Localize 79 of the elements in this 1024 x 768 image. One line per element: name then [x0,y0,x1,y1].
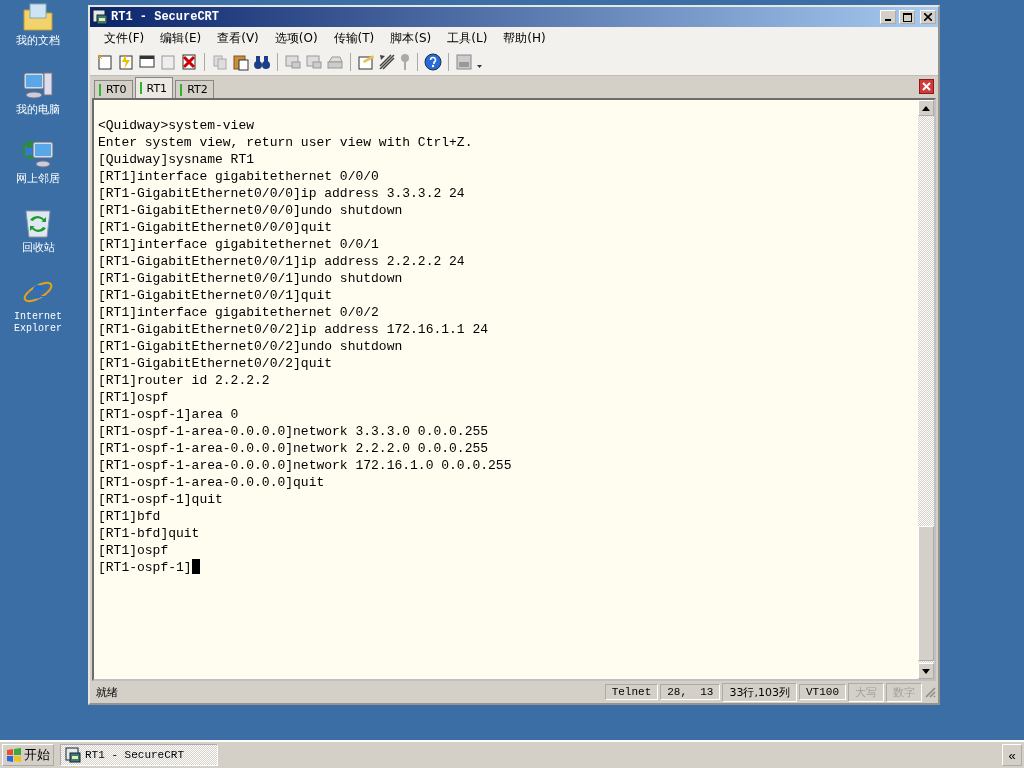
desktop-icon-label[interactable]: 我的电脑 [10,104,66,116]
window-app-icon [65,747,81,763]
terminal-line: [RT1-ospf-1]quit [98,491,223,508]
status-pane: VT100 [799,684,846,700]
terminal-line: [Quidway]sysname RT1 [98,151,255,168]
window-app-icon [92,9,108,25]
session-tab[interactable]: RT1 [134,77,174,98]
minimize-button[interactable] [880,10,896,24]
recycle-bin-icon [23,207,53,239]
terminal-output[interactable] [94,100,918,679]
terminal-line: [RT1-GigabitEthernet0/0/1]undo shutdown [98,270,403,287]
terminal-line: [RT1-ospf-1-area-0.0.0.0]network 2.2.2.0 0.0.0.255 [98,440,489,457]
session-tab[interactable]: RT0 [94,80,133,98]
terminal-line: [RT1]interface gigabitethernet 0/0/0 [98,168,379,185]
menu-item[interactable]: 帮助(H) [495,29,554,47]
window-title: RT1 - SecureCRT [111,10,221,24]
close-icon [924,13,932,21]
resize-grip-icon[interactable] [924,686,936,698]
scroll-up-button[interactable] [918,100,934,116]
menu-item[interactable]: 脚本(S) [382,29,440,47]
status-pane: 33行,103列 [722,682,797,702]
scroll-down-button[interactable] [918,663,934,679]
terminal-line: [RT1-bfd]quit [98,525,200,542]
terminal-line: [RT1-ospf-1-area-0.0.0.0]network 3.3.3.0 0.0.0.255 [98,423,489,440]
terminal-line: [RT1-ospf-1]area 0 [98,406,239,423]
computer-icon [22,69,54,101]
down-arrow-icon [922,668,930,674]
close-button[interactable] [920,10,936,24]
terminal-line: [RT1-ospf-1] [98,559,200,576]
start-button[interactable]: 开始 [2,744,54,766]
desktop-icon-label[interactable]: Internet Explorer [10,311,66,335]
desktop-icon-label[interactable]: 回收站 [10,242,66,254]
menu-item[interactable]: 工具(L) [439,29,496,47]
terminal-line: [RT1]bfd [98,508,161,525]
terminal-line: <Quidway>system-view [98,117,255,134]
close-tab-icon[interactable] [919,79,934,94]
up-arrow-icon [922,105,930,111]
binoculars-icon[interactable] [253,53,271,71]
terminal-line: [RT1-GigabitEthernet0/0/0]quit [98,219,333,236]
maximize-button[interactable] [899,10,915,24]
new-document-icon[interactable] [96,53,114,71]
striped-arrows-icon[interactable] [378,53,396,71]
menu-item[interactable]: 传输(T) [325,29,383,47]
terminal-line: [RT1-GigabitEthernet0/0/0]undo shutdown [98,202,403,219]
menu-item[interactable]: 查看(V) [209,29,267,47]
globe-computer-icon [21,138,55,170]
show-hidden-icons-button[interactable]: « [1002,744,1022,766]
terminal-line: [RT1]interface gigabitethernet 0/0/1 [98,236,379,253]
windows-flag-icon [6,747,22,763]
status-pane: Telnet [604,684,659,700]
status-message: 就绪 [95,684,119,700]
maximize-icon [902,12,912,22]
terminal-line: Enter system view, return user view with Ctrl+Z. [98,134,473,151]
folder-icon [22,2,54,32]
terminal-line: [RT1-GigabitEthernet0/0/2]ip address 172.16.1.1 24 [98,321,489,338]
desktop-icon-label[interactable]: 我的文档 [10,35,66,47]
terminal-line: [RT1-GigabitEthernet0/0/0]ip address 3.3.3.2 24 [98,185,465,202]
terminal-line: [RT1]interface gigabitethernet 0/0/2 [98,304,379,321]
terminal-line: [RT1-GigabitEthernet0/0/1]quit [98,287,333,304]
terminal-line: [RT1]ospf [98,542,169,559]
terminal-line: [RT1-GigabitEthernet0/0/1]ip address 2.2.2.2 24 [98,253,465,270]
terminal-line: [RT1-ospf-1-area-0.0.0.0]quit [98,474,325,491]
desktop-icon-label[interactable]: 网上邻居 [10,173,66,185]
terminal-line: [RT1-ospf-1-area-0.0.0.0]network 172.16.1.0 0.0.0.255 [98,457,512,474]
menu-item[interactable]: 编辑(E) [152,29,210,47]
terminal-line: [RT1-GigabitEthernet0/0/2]quit [98,355,333,372]
disconnect-icon[interactable] [180,53,198,71]
help-icon[interactable] [424,53,442,71]
window-icon[interactable] [138,53,156,71]
scrollbar-thumb[interactable] [918,526,934,661]
terminal-line: [RT1-GigabitEthernet0/0/2]undo shutdown [98,338,403,355]
session-tab[interactable]: RT2 [175,80,214,98]
status-pane: 28, 13 [660,684,721,700]
menu-item[interactable]: 文件(F) [96,29,153,47]
taskbar-button[interactable]: RT1 - SecureCRT [60,744,218,766]
menu-item[interactable]: 选项(O) [266,29,326,47]
terminal-line: [RT1]router id 2.2.2.2 [98,372,270,389]
terminal-line: [RT1]ospf [98,389,169,406]
paste-icon[interactable] [232,53,250,71]
